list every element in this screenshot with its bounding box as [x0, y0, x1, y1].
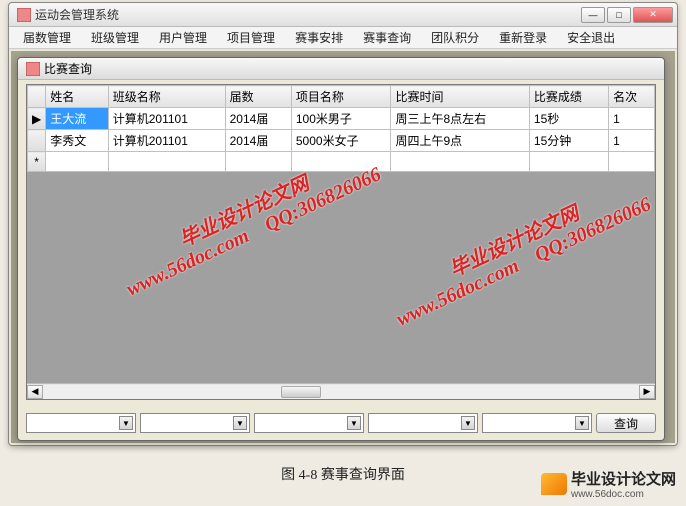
col-result[interactable]: 比赛成绩	[529, 86, 608, 108]
table-row[interactable]: ▶ 王大流 计算机201101 2014届 100米男子 周三上午8点左右 15…	[28, 108, 655, 130]
cell[interactable]: 计算机201101	[108, 108, 225, 130]
filter-combo-3[interactable]: ▼	[254, 413, 364, 433]
main-window: 运动会管理系统 — □ ✕ 届数管理 班级管理 用户管理 项目管理 赛事安排 赛…	[8, 2, 678, 446]
footer-logo: 毕业设计论文网 www.56doc.com	[541, 468, 676, 500]
query-button[interactable]: 查询	[596, 413, 656, 433]
menu-query[interactable]: 赛事查询	[353, 27, 421, 48]
filter-row: ▼ ▼ ▼ ▼ ▼ 查询	[26, 412, 656, 434]
close-button[interactable]: ✕	[633, 7, 673, 23]
filter-combo-2[interactable]: ▼	[140, 413, 250, 433]
cell[interactable]: 1	[609, 130, 655, 152]
scroll-right-icon[interactable]: ▶	[639, 385, 655, 399]
menu-project[interactable]: 项目管理	[217, 27, 285, 48]
menu-schedule[interactable]: 赛事安排	[285, 27, 353, 48]
mdi-client: 比赛查询 姓名 班级名称 届数 项目名称 比赛时间 比赛成绩 名次	[11, 51, 675, 443]
new-row[interactable]: *	[28, 152, 655, 172]
cell[interactable]: 周三上午8点左右	[391, 108, 529, 130]
col-event[interactable]: 项目名称	[291, 86, 391, 108]
inner-title-bar[interactable]: 比赛查询	[18, 58, 664, 80]
maximize-button[interactable]: □	[607, 7, 631, 23]
chevron-down-icon: ▼	[461, 416, 475, 430]
table-row[interactable]: 李秀文 计算机201101 2014届 5000米女子 周四上午9点 15分钟 …	[28, 130, 655, 152]
cell[interactable]: 王大流	[46, 108, 109, 130]
app-icon	[17, 8, 31, 22]
col-time[interactable]: 比赛时间	[391, 86, 529, 108]
new-row-marker: *	[28, 152, 46, 172]
cell[interactable]: 计算机201101	[108, 130, 225, 152]
filter-combo-1[interactable]: ▼	[26, 413, 136, 433]
query-window: 比赛查询 姓名 班级名称 届数 项目名称 比赛时间 比赛成绩 名次	[17, 57, 665, 441]
cell[interactable]: 李秀文	[46, 130, 109, 152]
window-title: 运动会管理系统	[35, 6, 581, 23]
scroll-track[interactable]	[43, 385, 639, 399]
col-period[interactable]: 届数	[225, 86, 291, 108]
chevron-down-icon: ▼	[119, 416, 133, 430]
scroll-left-icon[interactable]: ◀	[27, 385, 43, 399]
row-selector-icon: ▶	[28, 108, 46, 130]
menu-relogin[interactable]: 重新登录	[489, 27, 557, 48]
chevron-down-icon: ▼	[347, 416, 361, 430]
cell[interactable]: 15秒	[529, 108, 608, 130]
menu-exit[interactable]: 安全退出	[557, 27, 625, 48]
cell[interactable]: 100米男子	[291, 108, 391, 130]
col-name[interactable]: 姓名	[46, 86, 109, 108]
col-rank[interactable]: 名次	[609, 86, 655, 108]
cell[interactable]: 2014届	[225, 108, 291, 130]
footer-url: www.56doc.com	[571, 489, 676, 500]
cell[interactable]: 周四上午9点	[391, 130, 529, 152]
col-class[interactable]: 班级名称	[108, 86, 225, 108]
menu-team[interactable]: 团队积分	[421, 27, 489, 48]
form-icon	[26, 62, 40, 76]
title-bar[interactable]: 运动会管理系统 — □ ✕	[9, 3, 677, 27]
chevron-down-icon: ▼	[233, 416, 247, 430]
cell[interactable]: 5000米女子	[291, 130, 391, 152]
filter-combo-4[interactable]: ▼	[368, 413, 478, 433]
cell[interactable]: 15分钟	[529, 130, 608, 152]
cell[interactable]: 2014届	[225, 130, 291, 152]
chevron-down-icon: ▼	[575, 416, 589, 430]
scroll-thumb[interactable]	[281, 386, 321, 398]
data-grid[interactable]: 姓名 班级名称 届数 项目名称 比赛时间 比赛成绩 名次 ▶ 王大流 计算机20…	[26, 84, 656, 400]
cell[interactable]: 1	[609, 108, 655, 130]
footer-brand: 毕业设计论文网	[571, 468, 676, 489]
filter-combo-5[interactable]: ▼	[482, 413, 592, 433]
inner-window-title: 比赛查询	[44, 60, 92, 77]
menu-user[interactable]: 用户管理	[149, 27, 217, 48]
menu-class[interactable]: 班级管理	[81, 27, 149, 48]
header-row: 姓名 班级名称 届数 项目名称 比赛时间 比赛成绩 名次	[28, 86, 655, 108]
menu-bar: 届数管理 班级管理 用户管理 项目管理 赛事安排 赛事查询 团队积分 重新登录 …	[9, 27, 677, 49]
logo-icon	[541, 473, 567, 495]
menu-period[interactable]: 届数管理	[13, 27, 81, 48]
minimize-button[interactable]: —	[581, 7, 605, 23]
horizontal-scrollbar[interactable]: ◀ ▶	[27, 383, 655, 399]
